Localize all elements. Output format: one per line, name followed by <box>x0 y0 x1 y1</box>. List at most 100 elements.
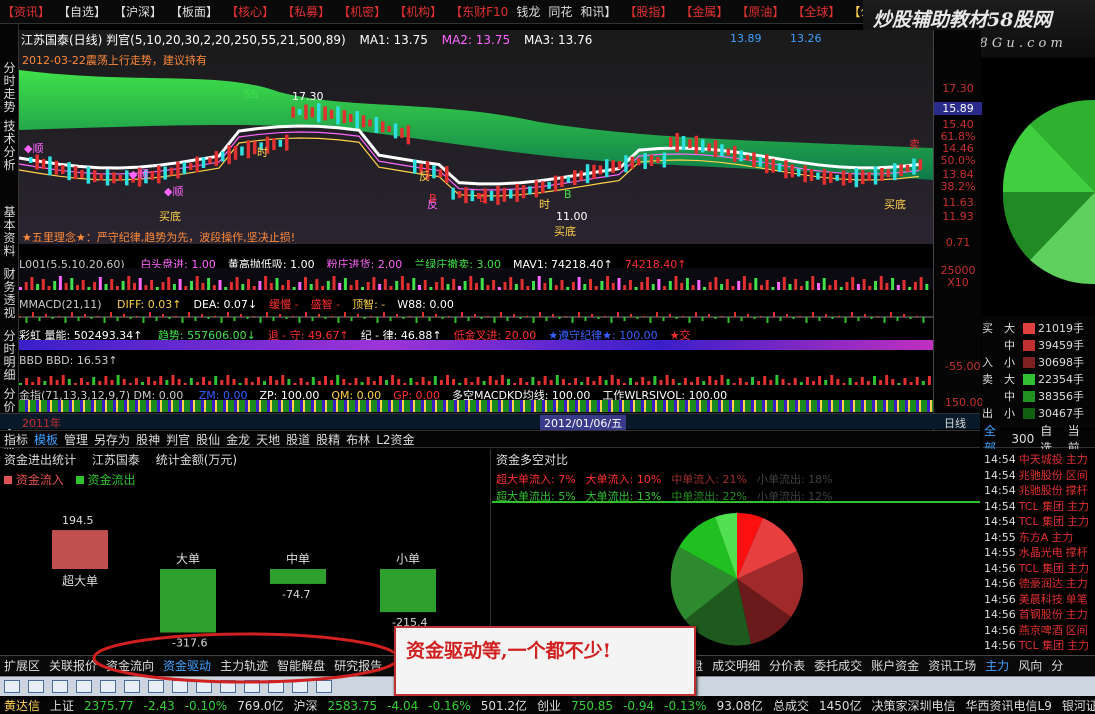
ticker-row-12[interactable]: 14:56 TCL 集团 主力 <box>984 637 1095 652</box>
left-tab-3[interactable]: 财务透视 <box>2 268 17 320</box>
indicator-tab-2[interactable]: 管理 <box>64 431 88 448</box>
indicator-tab-11[interactable]: 布林 <box>346 431 370 448</box>
menu-item-6[interactable]: 【机密】 <box>338 3 386 20</box>
period-label[interactable]: 日线 <box>944 415 966 431</box>
menu-item-7[interactable]: 【机构】 <box>394 3 442 20</box>
ticker-row-7[interactable]: 14:56 TCL 集团 主力 <box>984 560 1095 575</box>
menu-item-3[interactable]: 【板面】 <box>170 3 218 20</box>
ticker-row-3[interactable]: 14:54 TCL 集团 主力 <box>984 498 1095 513</box>
l001-bar-105 <box>617 278 621 290</box>
list-icon[interactable] <box>28 680 44 693</box>
mmacd-bar-139 <box>922 317 925 323</box>
candle-59 <box>406 125 411 145</box>
candle-22 <box>169 167 174 176</box>
candle-55 <box>381 121 385 133</box>
ticker-time: 14:54 <box>984 468 1016 482</box>
bottom-tab-10[interactable]: 委托成交 <box>814 657 862 674</box>
menu-item-2[interactable]: 【沪深】 <box>114 3 162 20</box>
candle-86 <box>579 170 583 181</box>
bottom-tab-8[interactable]: 成交明细 <box>712 657 760 674</box>
left-tab-1[interactable]: 技术分析 <box>2 120 17 172</box>
chart-note: 2012-03-22震荡上行走势，建议持有 <box>22 54 207 67</box>
ma-right-1: 13.89 <box>730 32 762 45</box>
menu-item-11[interactable]: 和讯】 <box>580 3 616 20</box>
indicator-tab-9[interactable]: 股道 <box>286 431 310 448</box>
menu-item-15[interactable]: 【全球】 <box>792 3 840 20</box>
ticker-row-9[interactable]: 14:56 美晨科技 单笔 <box>984 591 1095 606</box>
mmacd-bar-137 <box>909 317 912 319</box>
ticker-tab-1[interactable]: 300 <box>1011 432 1034 446</box>
mmacd-bar-110 <box>734 312 736 317</box>
l001-bar-108 <box>634 287 638 290</box>
mmacd-bar-25 <box>181 317 184 323</box>
indicator-tab-3[interactable]: 另存为 <box>94 431 130 448</box>
compare-in-3: 小单流出: 18% <box>756 473 833 486</box>
bottom-tab-12[interactable]: 资讯工场 <box>928 657 976 674</box>
bottom-tab-14[interactable]: 风向 <box>1018 657 1042 674</box>
indicator-tab-8[interactable]: 天地 <box>256 431 280 448</box>
status-item-8: -4.04 <box>387 698 419 713</box>
ticker-row-11[interactable]: 14:56 燕京啤酒 区间 <box>984 622 1095 637</box>
menu-item-13[interactable]: 【金属】 <box>680 3 728 20</box>
ticker-row-6[interactable]: 14:55 水晶光电 撑杆 <box>984 544 1095 559</box>
ticker-row-10[interactable]: 14:56 首钢股份 主力 <box>984 606 1095 621</box>
line-chart-icon[interactable] <box>52 680 68 693</box>
indicator-tab-4[interactable]: 股神 <box>136 431 160 448</box>
menu-item-1[interactable]: 【自选】 <box>58 3 106 20</box>
l001-bar-5 <box>47 286 51 290</box>
ticker-row-8[interactable]: 14:56 德豪润达 主力 <box>984 575 1095 590</box>
fund-label-1: 大单 <box>176 552 200 566</box>
bbd-bar-35 <box>232 379 236 385</box>
mmacd-bar-113 <box>753 317 756 319</box>
bbd-bar-81 <box>513 383 517 385</box>
grid-icon[interactable] <box>4 680 20 693</box>
menu-item-8[interactable]: 【东财F10 <box>450 3 508 20</box>
l001-bar-129 <box>754 278 758 290</box>
ticker-row-2[interactable]: 14:54 兆驰股份 撑杆 <box>984 482 1095 497</box>
candle-51 <box>355 111 359 129</box>
candle-82 <box>553 175 558 192</box>
status-item-3: -2.43 <box>143 698 175 713</box>
l001-bar-26 <box>167 277 171 290</box>
menu-item-10[interactable]: 同花 <box>548 3 572 20</box>
bottom-tab-15[interactable]: 分 <box>1051 657 1063 674</box>
indicator-tab-1[interactable]: 模板 <box>34 431 58 448</box>
trade-row-1: 中 39459手 <box>982 337 1095 353</box>
bottom-tab-13[interactable]: 主力 <box>985 657 1009 674</box>
menu-item-14[interactable]: 【原油】 <box>736 3 784 20</box>
menu-item-4[interactable]: 【核心】 <box>226 3 274 20</box>
bbd-bar-55 <box>354 378 358 385</box>
indicator-tab-0[interactable]: 指标 <box>4 431 28 448</box>
status-item-13: -0.94 <box>623 698 655 713</box>
l001-bar-46 <box>281 285 285 290</box>
l001-bar-118 <box>691 285 695 290</box>
bottom-tab-0[interactable]: 扩展区 <box>4 657 40 674</box>
menu-item-0[interactable]: 【资讯】 <box>2 3 50 20</box>
indicator-tab-6[interactable]: 股仙 <box>196 431 220 448</box>
mmacd-bar-125 <box>831 317 834 319</box>
left-tab-2[interactable]: 基本资料 <box>2 206 17 258</box>
indicator-tab-7[interactable]: 金龙 <box>226 431 250 448</box>
indicator-tab-5[interactable]: 判官 <box>166 431 190 448</box>
left-tab-0[interactable]: 分时走势 <box>2 62 17 114</box>
signal-7: 买底 <box>884 197 906 211</box>
candle-79 <box>534 180 539 198</box>
candle-60 <box>413 159 417 174</box>
bottom-tab-11[interactable]: 账户资金 <box>871 657 919 674</box>
menu-item-12[interactable]: 【股指】 <box>624 3 672 20</box>
mmacd-bar-112 <box>747 314 749 317</box>
left-tab-4[interactable]: 分时明细 <box>2 330 17 382</box>
ticker-row-1[interactable]: 14:54 兆驰股份 区间 <box>984 467 1095 482</box>
menu-item-9[interactable]: 钱龙 <box>516 3 540 20</box>
indicator-tab-10[interactable]: 股精 <box>316 431 340 448</box>
ticker-row-5[interactable]: 14:55 东方A 主力 <box>984 529 1095 544</box>
indicator-tab-12[interactable]: L2资金 <box>376 431 414 448</box>
mmacd-bar-69 <box>467 317 470 321</box>
menu-item-5[interactable]: 【私募】 <box>282 3 330 20</box>
ticker-row-0[interactable]: 14:54 中天城投 主力 <box>984 451 1095 466</box>
fund-label-3: 小单 <box>396 552 420 566</box>
ticker-row-4[interactable]: 14:54 TCL 集团 主力 <box>984 513 1095 528</box>
l001-bar-97 <box>571 282 575 290</box>
bbd-bar-72 <box>458 383 462 385</box>
bottom-tab-9[interactable]: 分价表 <box>769 657 805 674</box>
